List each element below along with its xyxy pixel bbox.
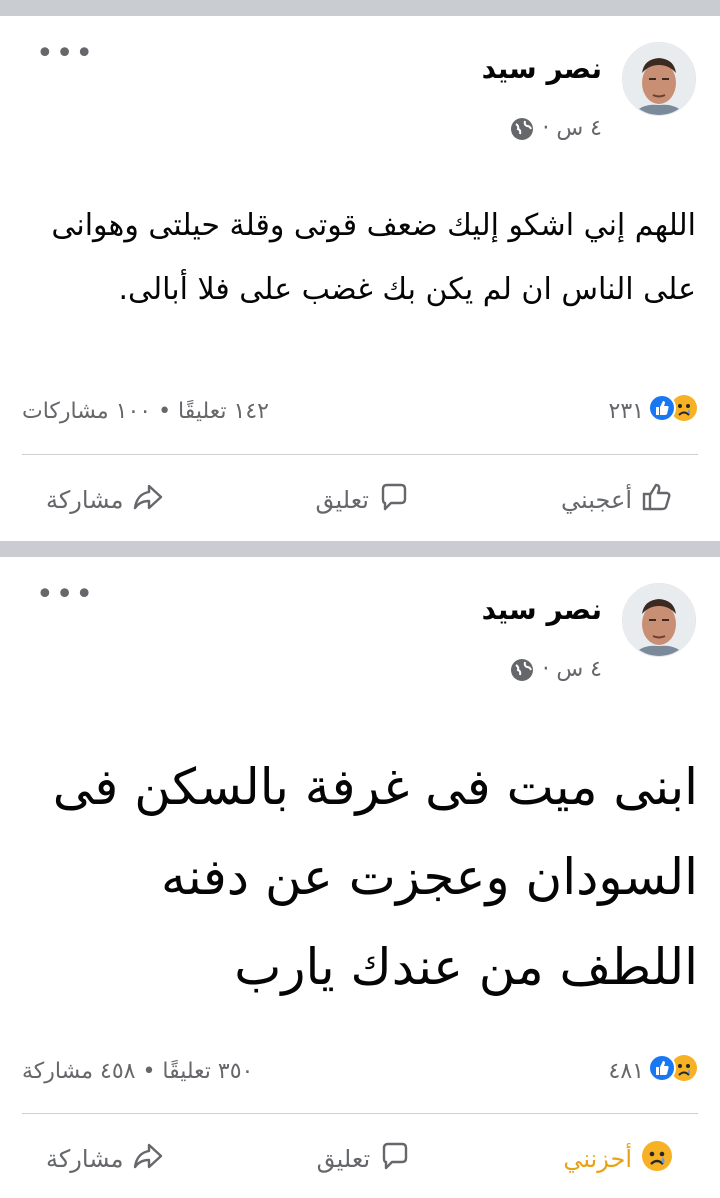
comment-icon xyxy=(378,1139,412,1179)
like-icon xyxy=(640,480,674,520)
post-meta: ٤ س · xyxy=(510,116,602,141)
reactions-summary[interactable]: ٤٨١ xyxy=(609,1054,698,1088)
post-text: ابنى ميت فى غرفة بالسكن فى السودان وعجزت… xyxy=(52,758,698,996)
comments-shares-count[interactable]: ٣٥٠ تعليقًا • ٤٥٨ مشاركة xyxy=(22,1059,253,1084)
like-button[interactable]: أعجبني xyxy=(537,480,698,520)
post-meta: ٤ س · xyxy=(510,657,602,682)
post-time[interactable]: ٤ س · xyxy=(542,657,602,682)
post-card: نصر سيد ٤ س · ••• اللهم إني اشكو إليك ضع… xyxy=(0,16,720,541)
avatar[interactable] xyxy=(622,42,696,116)
reactions-count: ٤٨١ xyxy=(608,1058,644,1084)
post-text: اللهم إني اشكو إليك ضعف قوتى وقلة حيلتى … xyxy=(51,208,696,307)
share-label: مشاركة xyxy=(46,1145,124,1173)
sad-reaction-label: أحزنني xyxy=(563,1145,632,1173)
post-actions: مشاركة تعليق أحزنني xyxy=(22,1129,698,1189)
globe-icon xyxy=(510,658,534,682)
avatar[interactable] xyxy=(622,583,696,657)
comment-button[interactable]: تعليق xyxy=(293,1139,436,1179)
share-label: مشاركة xyxy=(46,486,124,514)
share-button[interactable]: مشاركة xyxy=(22,1139,189,1179)
comment-icon xyxy=(377,480,411,520)
post-stats: ٣٥٠ تعليقًا • ٤٥٨ مشاركة ٤٨١ xyxy=(22,1054,698,1088)
sad-face-icon xyxy=(640,1139,674,1179)
post-time[interactable]: ٤ س · xyxy=(542,116,602,141)
reactions-count: ٢٣١ xyxy=(608,398,644,424)
comments-shares-count[interactable]: ١٤٢ تعليقًا • ١٠٠ مشاركات xyxy=(22,399,269,424)
more-options-icon[interactable]: ••• xyxy=(36,39,95,69)
post-actions: مشاركة تعليق أعجبني xyxy=(22,470,698,530)
like-reaction-icon xyxy=(648,1054,676,1088)
post-card: نصر سيد ٤ س · ••• ابنى ميت فى غرفة بالسك… xyxy=(0,557,720,1198)
sad-reaction-button[interactable]: أحزنني xyxy=(539,1139,698,1179)
more-options-icon[interactable]: ••• xyxy=(36,580,95,610)
post-stats: ١٤٢ تعليقًا • ١٠٠ مشاركات ٢٣١ xyxy=(22,394,698,428)
globe-icon xyxy=(510,117,534,141)
comment-label: تعليق xyxy=(316,1145,371,1173)
share-icon xyxy=(131,1139,165,1179)
feed-separator xyxy=(0,541,720,557)
author-name[interactable]: نصر سيد xyxy=(482,593,602,626)
like-label: أعجبني xyxy=(561,486,632,514)
reactions-summary[interactable]: ٢٣١ xyxy=(609,394,698,428)
share-button[interactable]: مشاركة xyxy=(22,480,189,520)
comment-button[interactable]: تعليق xyxy=(292,480,435,520)
divider xyxy=(22,1113,698,1114)
feed-separator xyxy=(0,0,720,16)
author-name[interactable]: نصر سيد xyxy=(482,52,602,85)
comment-label: تعليق xyxy=(315,486,369,514)
divider xyxy=(22,454,698,455)
share-icon xyxy=(131,480,165,520)
like-reaction-icon xyxy=(648,394,676,428)
